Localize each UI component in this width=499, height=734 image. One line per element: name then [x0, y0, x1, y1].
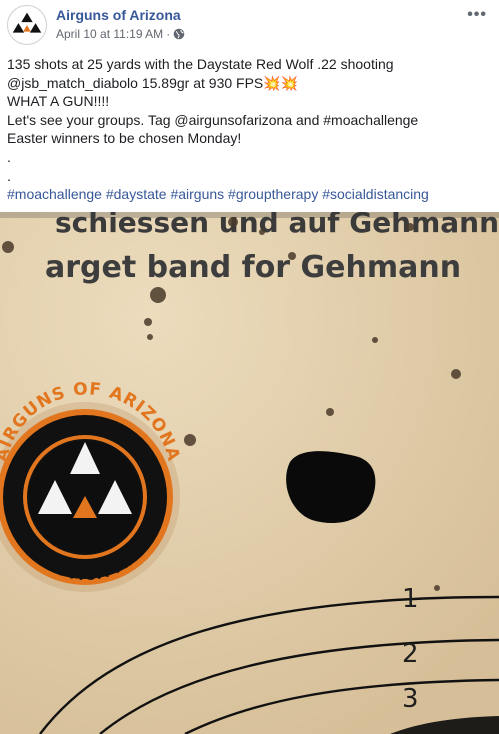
ring-number-3: 3	[402, 684, 419, 714]
target-photo-image: schiessen und auf Gehmann arget band for…	[0, 212, 499, 734]
ring-number-2: 2	[402, 639, 419, 669]
post-timestamp[interactable]: April 10 at 11:19 AM	[56, 27, 163, 41]
page-avatar[interactable]	[7, 5, 47, 45]
post-line: .	[7, 167, 11, 184]
post-line: .	[7, 148, 11, 165]
post-line: @jsb_match_diabolo 15.89gr at 930 FPS💥💥	[7, 74, 299, 91]
more-options-icon[interactable]: •••	[467, 6, 487, 24]
ring-number-1: 1	[402, 584, 419, 614]
globe-icon[interactable]	[173, 28, 185, 40]
post-header: Airguns of Arizona April 10 at 11:19 AM …	[0, 0, 499, 50]
post-meta: April 10 at 11:19 AM ·	[56, 27, 185, 41]
airguns-logo-icon	[12, 12, 42, 33]
post-hashtags[interactable]: #moachallenge #daystate #airguns #groupt…	[7, 185, 492, 204]
post-line: Let's see your groups. Tag @airgunsofari…	[7, 111, 419, 128]
post-line: 135 shots at 25 yards with the Daystate …	[7, 56, 394, 72]
post-line: Easter winners to be chosen Monday!	[7, 130, 242, 147]
page-name-link[interactable]: Airguns of Arizona	[56, 7, 181, 23]
moa-marker-coin: AIRGUNS OF ARIZONA OFFICIAL MOA MARKER	[0, 379, 183, 592]
meta-separator: ·	[166, 27, 171, 41]
post-photo[interactable]: schiessen und auf Gehmann arget band for…	[0, 212, 499, 734]
post-line: WHAT A GUN!!!!	[7, 93, 110, 110]
target-print-text: arget band for Gehmann	[45, 250, 461, 285]
post-body: 135 shots at 25 yards with the Daystate …	[7, 55, 492, 204]
